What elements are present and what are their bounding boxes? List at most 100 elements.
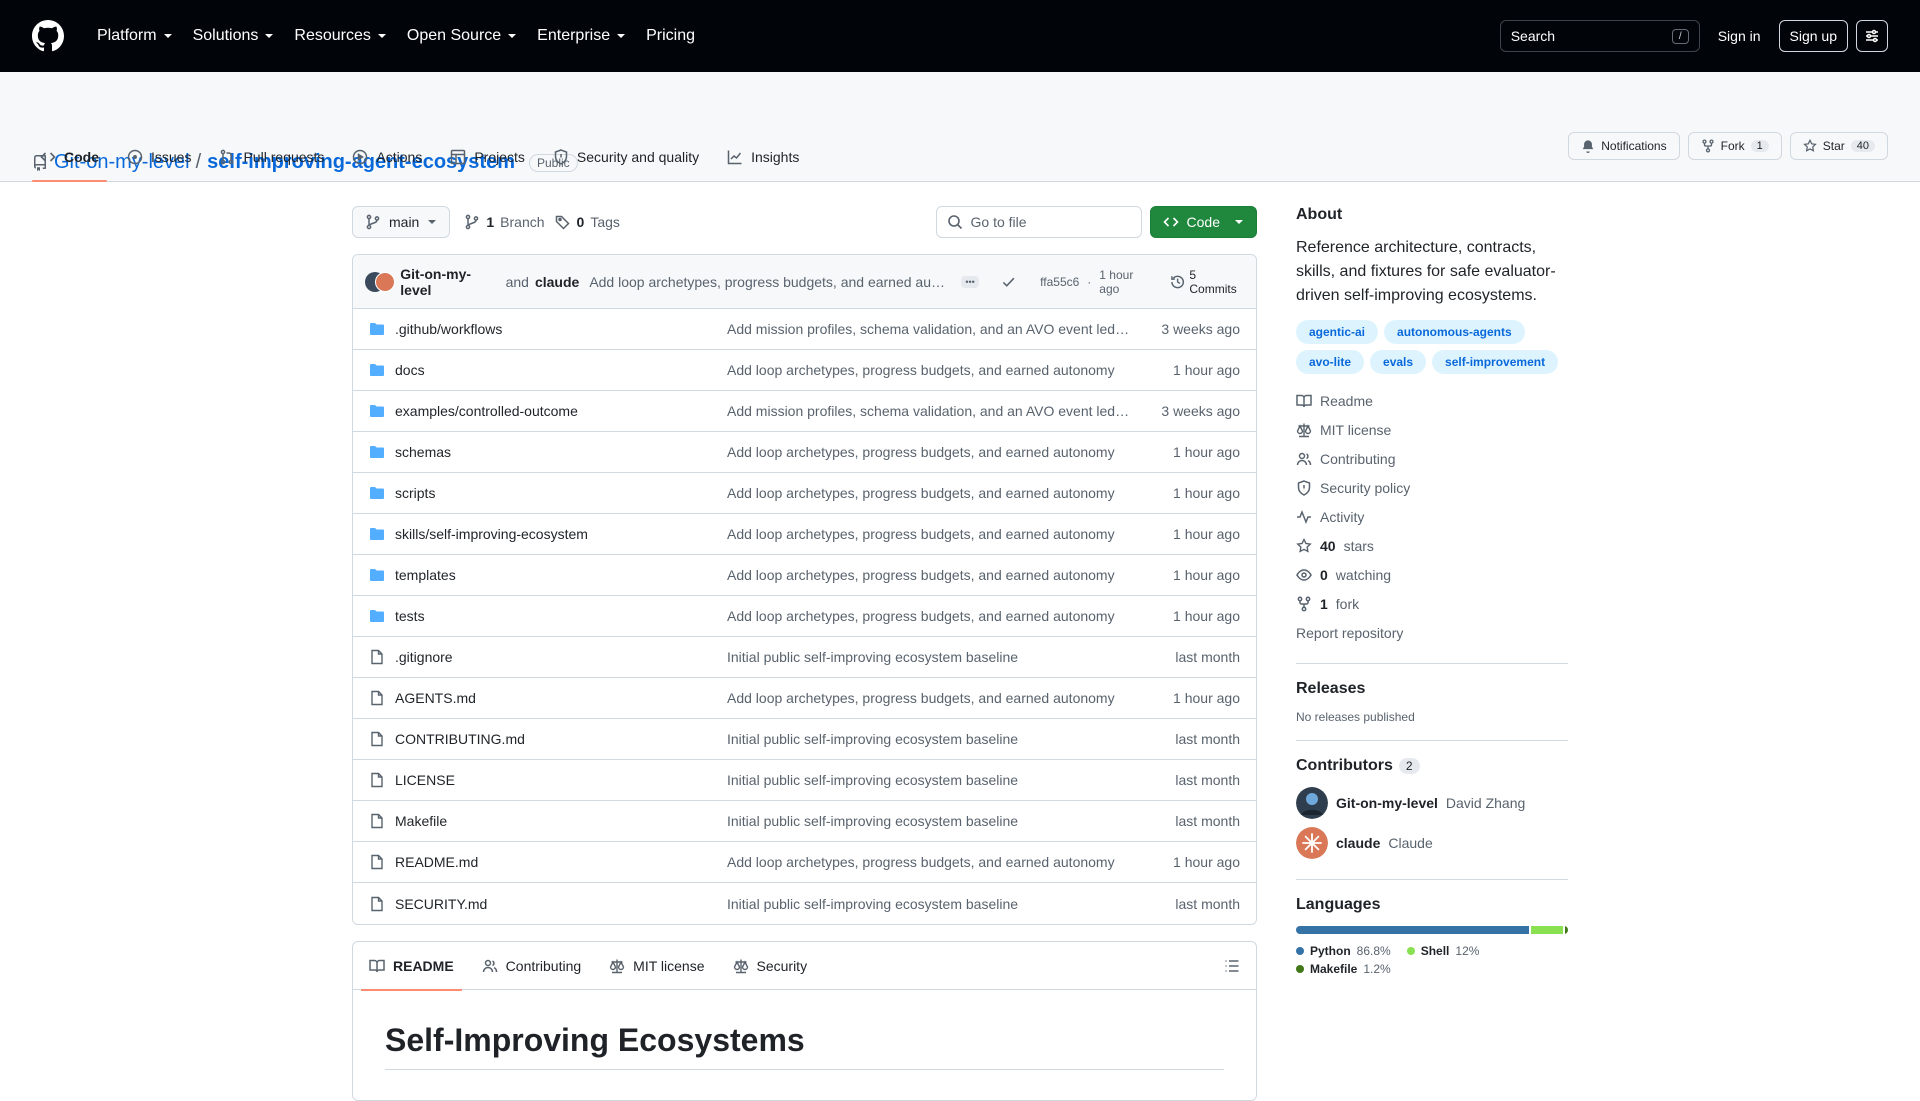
outline-list-icon[interactable] — [1224, 958, 1240, 974]
nav-platform[interactable]: Platform — [87, 16, 183, 56]
topic-tag[interactable]: avo-lite — [1296, 350, 1365, 374]
tab-code[interactable]: Code — [32, 133, 107, 182]
file-row[interactable]: scripts Add loop archetypes, progress bud… — [353, 473, 1256, 514]
file-name-link[interactable]: scripts — [395, 485, 435, 501]
security-policy-link[interactable]: Security policy — [1296, 473, 1568, 502]
file-name-link[interactable]: .github/workflows — [395, 321, 502, 337]
file-name-link[interactable]: tests — [395, 608, 425, 624]
file-name-link[interactable]: LICENSE — [395, 772, 455, 788]
watchers-link[interactable]: 0 watching — [1296, 560, 1568, 589]
stars-link[interactable]: 40 stars — [1296, 531, 1568, 560]
sign-in-link[interactable]: Sign in — [1708, 20, 1771, 52]
nav-open-source[interactable]: Open Source — [397, 16, 527, 56]
file-name-link[interactable]: README.md — [395, 854, 478, 870]
file-row[interactable]: .gitignore Initial public self-improving … — [353, 637, 1256, 678]
file-commit-message[interactable]: Add loop archetypes, progress budgets, a… — [727, 526, 1173, 542]
file-name-link[interactable]: templates — [395, 567, 456, 583]
commit-message-link[interactable]: Add loop archetypes, progress budgets, a… — [589, 274, 945, 290]
file-commit-message[interactable]: Add mission profiles, schema validation,… — [727, 403, 1161, 419]
readme-tab-license[interactable]: MIT license — [601, 942, 712, 990]
readme-tab-contributing[interactable]: Contributing — [474, 942, 590, 990]
file-commit-message[interactable]: Add loop archetypes, progress budgets, a… — [727, 608, 1173, 624]
file-name-link[interactable]: Makefile — [395, 813, 447, 829]
file-commit-message[interactable]: Add loop archetypes, progress budgets, a… — [727, 690, 1173, 706]
file-row[interactable]: AGENTS.md Add loop archetypes, progress b… — [353, 678, 1256, 719]
expand-commit-button[interactable]: ••• — [961, 275, 979, 288]
readme-link[interactable]: Readme — [1296, 386, 1568, 415]
tab-projects[interactable]: Projects — [442, 133, 533, 181]
file-row[interactable]: README.md Add loop archetypes, progress b… — [353, 842, 1256, 883]
nav-pricing[interactable]: Pricing — [636, 16, 705, 56]
file-commit-message[interactable]: Initial public self-improving ecosystem … — [727, 649, 1175, 665]
check-icon[interactable] — [1001, 274, 1016, 290]
appearance-settings-button[interactable] — [1856, 20, 1888, 52]
report-repository-link[interactable]: Report repository — [1296, 618, 1568, 647]
language-item[interactable]: Makefile 1.2% — [1296, 962, 1391, 976]
branch-select-button[interactable]: main — [352, 206, 451, 238]
language-item[interactable]: Python 86.8% — [1296, 944, 1391, 958]
file-commit-message[interactable]: Initial public self-improving ecosystem … — [727, 896, 1175, 912]
license-link[interactable]: MIT license — [1296, 415, 1568, 444]
commits-history-link[interactable]: 5 Commits — [1170, 268, 1244, 296]
file-row[interactable]: SECURITY.md Initial public self-improving… — [353, 883, 1256, 924]
commit-author-link[interactable]: Git-on-my-level — [400, 266, 499, 298]
file-commit-message[interactable]: Initial public self-improving ecosystem … — [727, 731, 1175, 747]
branches-link[interactable]: 1 Branch — [464, 214, 545, 230]
file-name-link[interactable]: AGENTS.md — [395, 690, 476, 706]
file-row[interactable]: skills/self-improving-ecosystem Add loop … — [353, 514, 1256, 555]
fork-button[interactable]: Fork 1 — [1687, 132, 1782, 160]
readme-tab-readme[interactable]: README — [361, 942, 462, 991]
file-row[interactable]: .github/workflows Add mission profiles, s… — [353, 309, 1256, 350]
notifications-button[interactable]: Notifications — [1568, 132, 1680, 160]
file-name-link[interactable]: .gitignore — [395, 649, 453, 665]
file-commit-message[interactable]: Add loop archetypes, progress budgets, a… — [727, 485, 1173, 501]
file-name-link[interactable]: examples/controlled-outcome — [395, 403, 578, 419]
file-commit-message[interactable]: Add loop archetypes, progress budgets, a… — [727, 567, 1173, 583]
contributors-heading[interactable]: Contributors 2 — [1296, 757, 1568, 775]
activity-link[interactable]: Activity — [1296, 502, 1568, 531]
topic-tag[interactable]: autonomous-agents — [1384, 320, 1525, 344]
contributor-item[interactable]: Git-on-my-level David Zhang — [1296, 783, 1568, 823]
file-commit-message[interactable]: Initial public self-improving ecosystem … — [727, 813, 1175, 829]
tab-issues[interactable]: Issues — [119, 133, 199, 181]
commit-sha-link[interactable]: ffa55c6 — [1040, 275, 1079, 289]
star-button[interactable]: Star 40 — [1789, 132, 1888, 160]
nav-resources[interactable]: Resources — [284, 16, 396, 56]
file-row[interactable]: CONTRIBUTING.md Initial public self-impro… — [353, 719, 1256, 760]
readme-tab-security[interactable]: Security — [725, 942, 816, 990]
file-row[interactable]: templates Add loop archetypes, progress b… — [353, 555, 1256, 596]
file-name-link[interactable]: SECURITY.md — [395, 896, 487, 912]
tab-pull-requests[interactable]: Pull requests — [211, 133, 332, 181]
nav-solutions[interactable]: Solutions — [183, 16, 285, 56]
forks-link[interactable]: 1 fork — [1296, 589, 1568, 618]
github-logo-icon[interactable] — [32, 20, 64, 52]
tab-actions[interactable]: Actions — [344, 133, 430, 181]
file-commit-message[interactable]: Add loop archetypes, progress budgets, a… — [727, 444, 1173, 460]
file-commit-message[interactable]: Add loop archetypes, progress budgets, a… — [727, 854, 1173, 870]
file-name-link[interactable]: skills/self-improving-ecosystem — [395, 526, 588, 542]
code-download-button[interactable]: Code — [1149, 206, 1257, 238]
topic-tag[interactable]: self-improvement — [1432, 350, 1559, 374]
file-row[interactable]: tests Add loop archetypes, progress budge… — [353, 596, 1256, 637]
tags-link[interactable]: 0 Tags — [555, 214, 620, 230]
file-name-link[interactable]: CONTRIBUTING.md — [395, 731, 525, 747]
tab-security[interactable]: Security and quality — [545, 133, 707, 181]
tab-insights[interactable]: Insights — [719, 133, 807, 181]
go-to-file-input[interactable]: Go to file — [935, 206, 1142, 238]
language-item[interactable]: Shell 12% — [1406, 944, 1479, 958]
topic-tag[interactable]: evals — [1370, 350, 1427, 374]
contributing-link[interactable]: Contributing — [1296, 444, 1568, 473]
contributor-item[interactable]: claude Claude — [1296, 823, 1568, 863]
topic-tag[interactable]: agentic-ai — [1296, 320, 1379, 344]
sign-up-button[interactable]: Sign up — [1778, 20, 1848, 52]
commit-coauthor-link[interactable]: claude — [535, 274, 579, 290]
global-search-input[interactable]: Search / — [1499, 20, 1700, 52]
file-commit-message[interactable]: Add mission profiles, schema validation,… — [727, 321, 1161, 337]
file-row[interactable]: Makefile Initial public self-improving ec… — [353, 801, 1256, 842]
file-row[interactable]: examples/controlled-outcome Add mission p… — [353, 391, 1256, 432]
file-row[interactable]: LICENSE Initial public self-improving eco… — [353, 760, 1256, 801]
file-row[interactable]: schemas Add loop archetypes, progress bud… — [353, 432, 1256, 473]
file-name-link[interactable]: docs — [395, 362, 425, 378]
file-row[interactable]: docs Add loop archetypes, progress budget… — [353, 350, 1256, 391]
file-commit-message[interactable]: Add loop archetypes, progress budgets, a… — [727, 362, 1173, 378]
